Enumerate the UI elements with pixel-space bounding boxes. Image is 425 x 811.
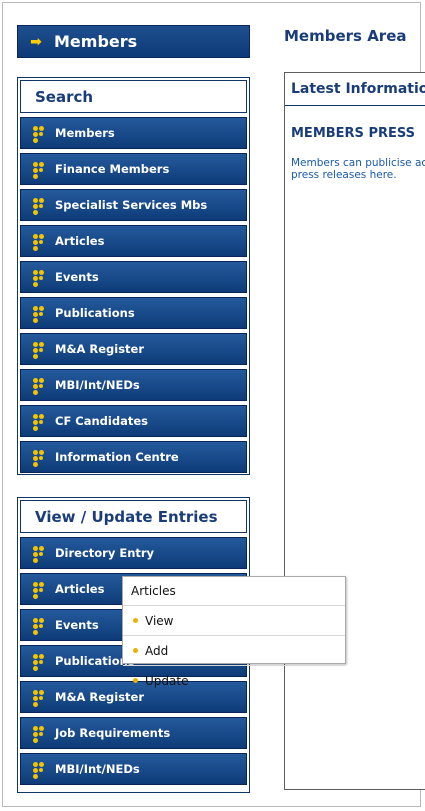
articles-popup-menu: Articles View Add Update bbox=[122, 576, 346, 688]
nav-item-label: Directory Entry bbox=[55, 546, 155, 560]
nav-item-label: Publications bbox=[55, 306, 135, 320]
search-item-cf-candidates[interactable]: CF Candidates bbox=[20, 405, 247, 437]
popup-item-add[interactable]: Add bbox=[123, 636, 345, 666]
search-item-articles[interactable]: Articles bbox=[20, 225, 247, 257]
nav-item-label: CF Candidates bbox=[55, 414, 148, 428]
dots-icon bbox=[21, 190, 55, 220]
nav-item-label: Information Centre bbox=[55, 450, 179, 464]
dots-icon bbox=[21, 574, 55, 604]
nav-item-label: Job Requirements bbox=[55, 726, 171, 740]
update-item-job-requirements[interactable]: Job Requirements bbox=[20, 717, 247, 749]
dots-icon bbox=[21, 118, 55, 148]
page-title: Members Area bbox=[284, 27, 407, 45]
popup-item-view[interactable]: View bbox=[123, 606, 345, 636]
nav-item-label: Specialist Services Mbs bbox=[55, 198, 208, 212]
popup-item-label: Update bbox=[145, 673, 189, 688]
nav-item-label: Members bbox=[55, 126, 115, 140]
nav-item-label: Finance Members bbox=[55, 162, 170, 176]
dots-icon bbox=[21, 538, 55, 568]
search-item-publications[interactable]: Publications bbox=[20, 297, 247, 329]
arrow-right-icon: ➡ bbox=[30, 33, 42, 50]
popup-item-update[interactable]: Update bbox=[123, 666, 345, 695]
search-item-information-centre[interactable]: Information Centre bbox=[20, 441, 247, 473]
dots-icon bbox=[21, 754, 55, 784]
popup-item-label: Add bbox=[145, 643, 169, 658]
bullet-icon bbox=[133, 678, 138, 683]
update-panel-title: View / Update Entries bbox=[20, 500, 247, 533]
dots-icon bbox=[21, 646, 55, 676]
content-subtitle: MEMBERS PRESS bbox=[291, 126, 416, 141]
popup-item-label: View bbox=[145, 613, 174, 628]
search-item-members[interactable]: Members bbox=[20, 117, 247, 149]
nav-item-label: Events bbox=[55, 270, 99, 284]
members-header-button[interactable]: ➡ Members bbox=[17, 25, 250, 58]
dots-icon bbox=[21, 262, 55, 292]
members-header-label: Members bbox=[54, 32, 138, 51]
dots-icon bbox=[21, 610, 55, 640]
search-item-specialist-services[interactable]: Specialist Services Mbs bbox=[20, 189, 247, 221]
update-item-directory-entry[interactable]: Directory Entry bbox=[20, 537, 247, 569]
search-item-finance-members[interactable]: Finance Members bbox=[20, 153, 247, 185]
dots-icon bbox=[21, 682, 55, 712]
search-item-ma-register[interactable]: M&A Register bbox=[20, 333, 247, 365]
dots-icon bbox=[21, 334, 55, 364]
content-text: Members can publicise activities, press … bbox=[291, 157, 425, 181]
dots-icon bbox=[21, 370, 55, 400]
search-panel-title: Search bbox=[20, 80, 247, 113]
bullet-icon bbox=[133, 648, 138, 653]
dots-icon bbox=[21, 718, 55, 748]
update-item-mbi-int-neds[interactable]: MBI/Int/NEDs bbox=[20, 753, 247, 785]
search-item-events[interactable]: Events bbox=[20, 261, 247, 293]
nav-item-label: M&A Register bbox=[55, 342, 145, 356]
dots-icon bbox=[21, 406, 55, 436]
search-item-mbi-int-neds[interactable]: MBI/Int/NEDs bbox=[20, 369, 247, 401]
nav-item-label: Articles bbox=[55, 582, 105, 596]
nav-item-label: Events bbox=[55, 618, 99, 632]
search-panel: Search Members Finance Members Specialis… bbox=[17, 77, 250, 475]
dots-icon bbox=[21, 226, 55, 256]
nav-item-label: MBI/Int/NEDs bbox=[55, 378, 140, 392]
dots-icon bbox=[21, 154, 55, 184]
nav-item-label: Articles bbox=[55, 234, 105, 248]
content-header: Latest Information bbox=[285, 73, 425, 106]
dots-icon bbox=[21, 298, 55, 328]
nav-item-label: MBI/Int/NEDs bbox=[55, 762, 140, 776]
popup-title: Articles bbox=[123, 577, 345, 606]
bullet-icon bbox=[133, 618, 138, 623]
dots-icon bbox=[21, 442, 55, 472]
